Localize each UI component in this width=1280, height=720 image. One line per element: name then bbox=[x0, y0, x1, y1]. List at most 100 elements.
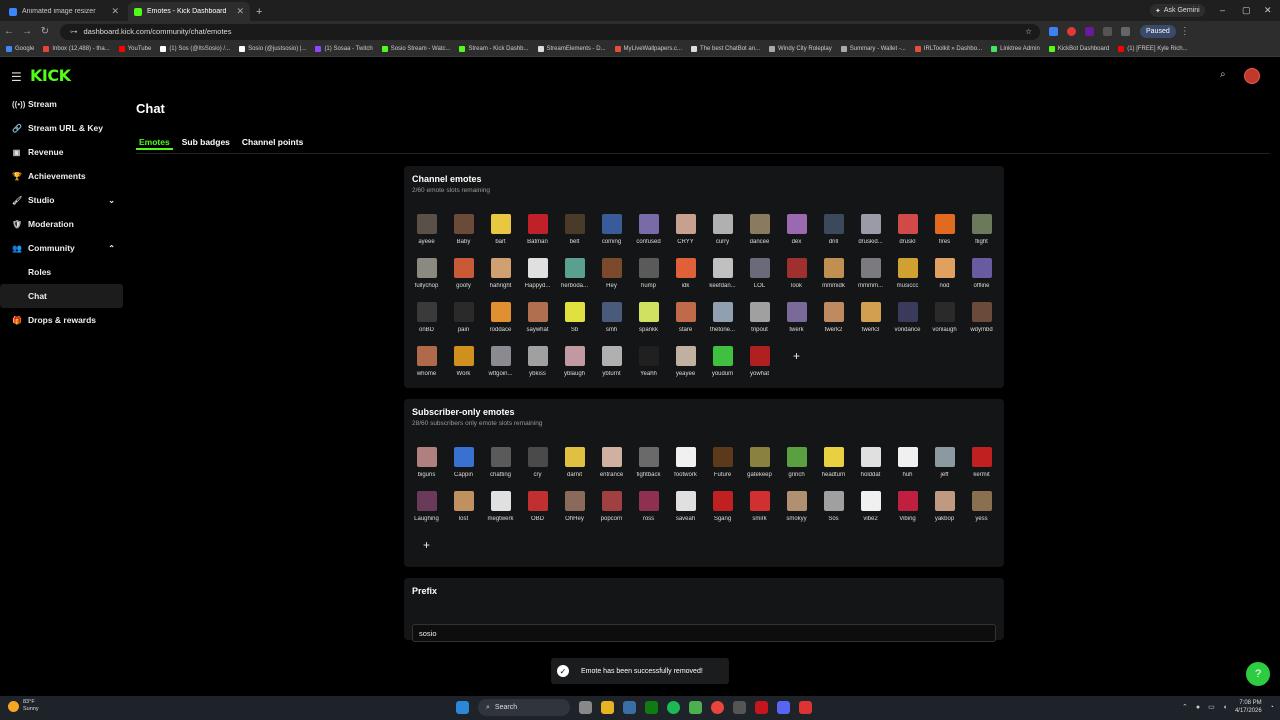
back-icon[interactable]: ← bbox=[0, 26, 18, 37]
emote-image[interactable] bbox=[712, 258, 733, 278]
emote-image[interactable] bbox=[749, 447, 770, 467]
emote-image[interactable] bbox=[601, 346, 622, 366]
emote-image[interactable] bbox=[934, 491, 955, 511]
prefix-input[interactable] bbox=[412, 624, 996, 642]
capcut-icon[interactable] bbox=[733, 701, 746, 714]
emote-image[interactable] bbox=[786, 302, 807, 322]
emote-image[interactable] bbox=[971, 258, 992, 278]
emote-image[interactable] bbox=[416, 447, 437, 467]
profile-button[interactable]: Paused bbox=[1140, 25, 1176, 38]
emote-item[interactable]: hahright bbox=[482, 254, 519, 298]
emote-image[interactable] bbox=[564, 258, 585, 278]
emote-item[interactable]: Work bbox=[445, 342, 482, 386]
close-window-icon[interactable]: ✕ bbox=[1264, 5, 1272, 16]
emote-item[interactable]: herboda... bbox=[556, 254, 593, 298]
emote-item[interactable]: holddat bbox=[852, 443, 889, 487]
emote-image[interactable] bbox=[860, 214, 881, 234]
emote-image[interactable] bbox=[564, 214, 585, 234]
emote-item[interactable]: yeayee bbox=[667, 342, 704, 386]
bookmark-star-icon[interactable]: ☆ bbox=[1025, 27, 1032, 36]
emote-item[interactable]: tripout bbox=[741, 298, 778, 342]
emote-item[interactable]: nod bbox=[926, 254, 963, 298]
emote-item[interactable]: stare bbox=[667, 298, 704, 342]
bookmark-item[interactable]: (1) Sosaa - Twitch bbox=[315, 46, 373, 52]
taskbar-search[interactable]: ⌕ Search bbox=[478, 699, 570, 716]
emote-item[interactable]: Batman bbox=[519, 210, 556, 254]
emote-image[interactable] bbox=[934, 214, 955, 234]
emote-item[interactable]: Sb bbox=[556, 298, 593, 342]
emote-item[interactable]: OBD bbox=[519, 487, 556, 531]
bookmark-item[interactable]: Summary - Wallet -... bbox=[840, 46, 906, 52]
emote-image[interactable] bbox=[786, 258, 807, 278]
emote-item[interactable]: keefdan... bbox=[704, 254, 741, 298]
emote-image[interactable] bbox=[897, 447, 918, 467]
sidebar-item-achievements[interactable]: 🏆 Achievements bbox=[0, 164, 125, 188]
emote-item[interactable]: ayeee bbox=[408, 210, 445, 254]
extension-icon[interactable] bbox=[1049, 27, 1058, 36]
bookmark-item[interactable]: KickBot Dashboard bbox=[1048, 46, 1109, 52]
emote-image[interactable] bbox=[823, 214, 844, 234]
emote-item[interactable]: confused bbox=[630, 210, 667, 254]
adobe-icon[interactable] bbox=[755, 701, 768, 714]
download-icon[interactable] bbox=[1121, 27, 1130, 36]
sidebar-item-drops-rewards[interactable]: 🎁 Drops & rewards bbox=[0, 308, 125, 332]
sidebar-subitem-chat[interactable]: Chat bbox=[0, 284, 123, 308]
emote-item[interactable]: look bbox=[778, 254, 815, 298]
reload-icon[interactable]: ↻ bbox=[36, 26, 54, 37]
emote-item[interactable]: Happyd... bbox=[519, 254, 556, 298]
tab-channel-points[interactable]: Channel points bbox=[239, 135, 306, 150]
emote-item[interactable]: gatekeep bbox=[741, 443, 778, 487]
emote-image[interactable] bbox=[897, 258, 918, 278]
emote-image[interactable] bbox=[416, 302, 437, 322]
emote-item[interactable]: biguns bbox=[408, 443, 445, 487]
steam-icon[interactable] bbox=[623, 701, 636, 714]
emote-image[interactable] bbox=[897, 302, 918, 322]
emote-image[interactable] bbox=[675, 302, 696, 322]
emote-image[interactable] bbox=[897, 214, 918, 234]
tab-sub-badges[interactable]: Sub badges bbox=[179, 135, 233, 150]
emote-item[interactable]: entrance bbox=[593, 443, 630, 487]
emote-image[interactable] bbox=[675, 346, 696, 366]
emote-image[interactable] bbox=[675, 491, 696, 511]
emote-item[interactable]: cry bbox=[519, 443, 556, 487]
emote-item[interactable]: dex bbox=[778, 210, 815, 254]
emote-image[interactable] bbox=[490, 447, 511, 467]
emote-image[interactable] bbox=[971, 491, 992, 511]
emote-item[interactable]: Yeahh bbox=[630, 342, 667, 386]
bookmark-item[interactable]: Linktree Admin bbox=[991, 46, 1040, 52]
emote-image[interactable] bbox=[712, 302, 733, 322]
emote-item[interactable]: idk bbox=[667, 254, 704, 298]
emote-item[interactable]: vonlaugh bbox=[926, 298, 963, 342]
emote-item[interactable]: yess bbox=[963, 487, 1000, 531]
bookmark-item[interactable]: Sosio (@justsosio) |... bbox=[239, 46, 306, 52]
emote-image[interactable] bbox=[416, 346, 437, 366]
obs-icon[interactable] bbox=[799, 701, 812, 714]
emote-item[interactable]: fullychop bbox=[408, 254, 445, 298]
user-avatar[interactable] bbox=[1244, 68, 1260, 84]
emote-image[interactable] bbox=[749, 346, 770, 366]
forward-icon[interactable]: → bbox=[18, 26, 36, 37]
site-info-icon[interactable]: ⊶ bbox=[70, 27, 78, 36]
maximize-icon[interactable]: ▢ bbox=[1242, 5, 1251, 16]
emote-item[interactable]: saywhat bbox=[519, 298, 556, 342]
emote-item[interactable]: smokyy bbox=[778, 487, 815, 531]
emote-item[interactable]: whome bbox=[408, 342, 445, 386]
emote-item[interactable]: yblaugh bbox=[556, 342, 593, 386]
emote-item[interactable]: megtwerk bbox=[482, 487, 519, 531]
emote-item[interactable]: mmmm... bbox=[852, 254, 889, 298]
bookmark-item[interactable]: (1) [FREE] Kyle Rich... bbox=[1118, 46, 1188, 52]
emote-image[interactable] bbox=[638, 447, 659, 467]
emote-item[interactable]: ybturnt bbox=[593, 342, 630, 386]
emote-item[interactable]: Sgang bbox=[704, 487, 741, 531]
task-view-icon[interactable] bbox=[579, 701, 592, 714]
emote-image[interactable] bbox=[860, 447, 881, 467]
emote-item[interactable]: chatting bbox=[482, 443, 519, 487]
emote-image[interactable] bbox=[675, 258, 696, 278]
emote-image[interactable] bbox=[564, 302, 585, 322]
search-icon[interactable]: ⌕ bbox=[1220, 69, 1226, 80]
bookmark-item[interactable]: Stream - Kick Dashb... bbox=[459, 46, 529, 52]
emote-image[interactable] bbox=[453, 447, 474, 467]
bookmark-item[interactable]: StreamElements - D... bbox=[537, 46, 606, 52]
emote-item[interactable]: youdum bbox=[704, 342, 741, 386]
bookmark-item[interactable]: MyLiveWallpapers.c... bbox=[614, 46, 682, 52]
